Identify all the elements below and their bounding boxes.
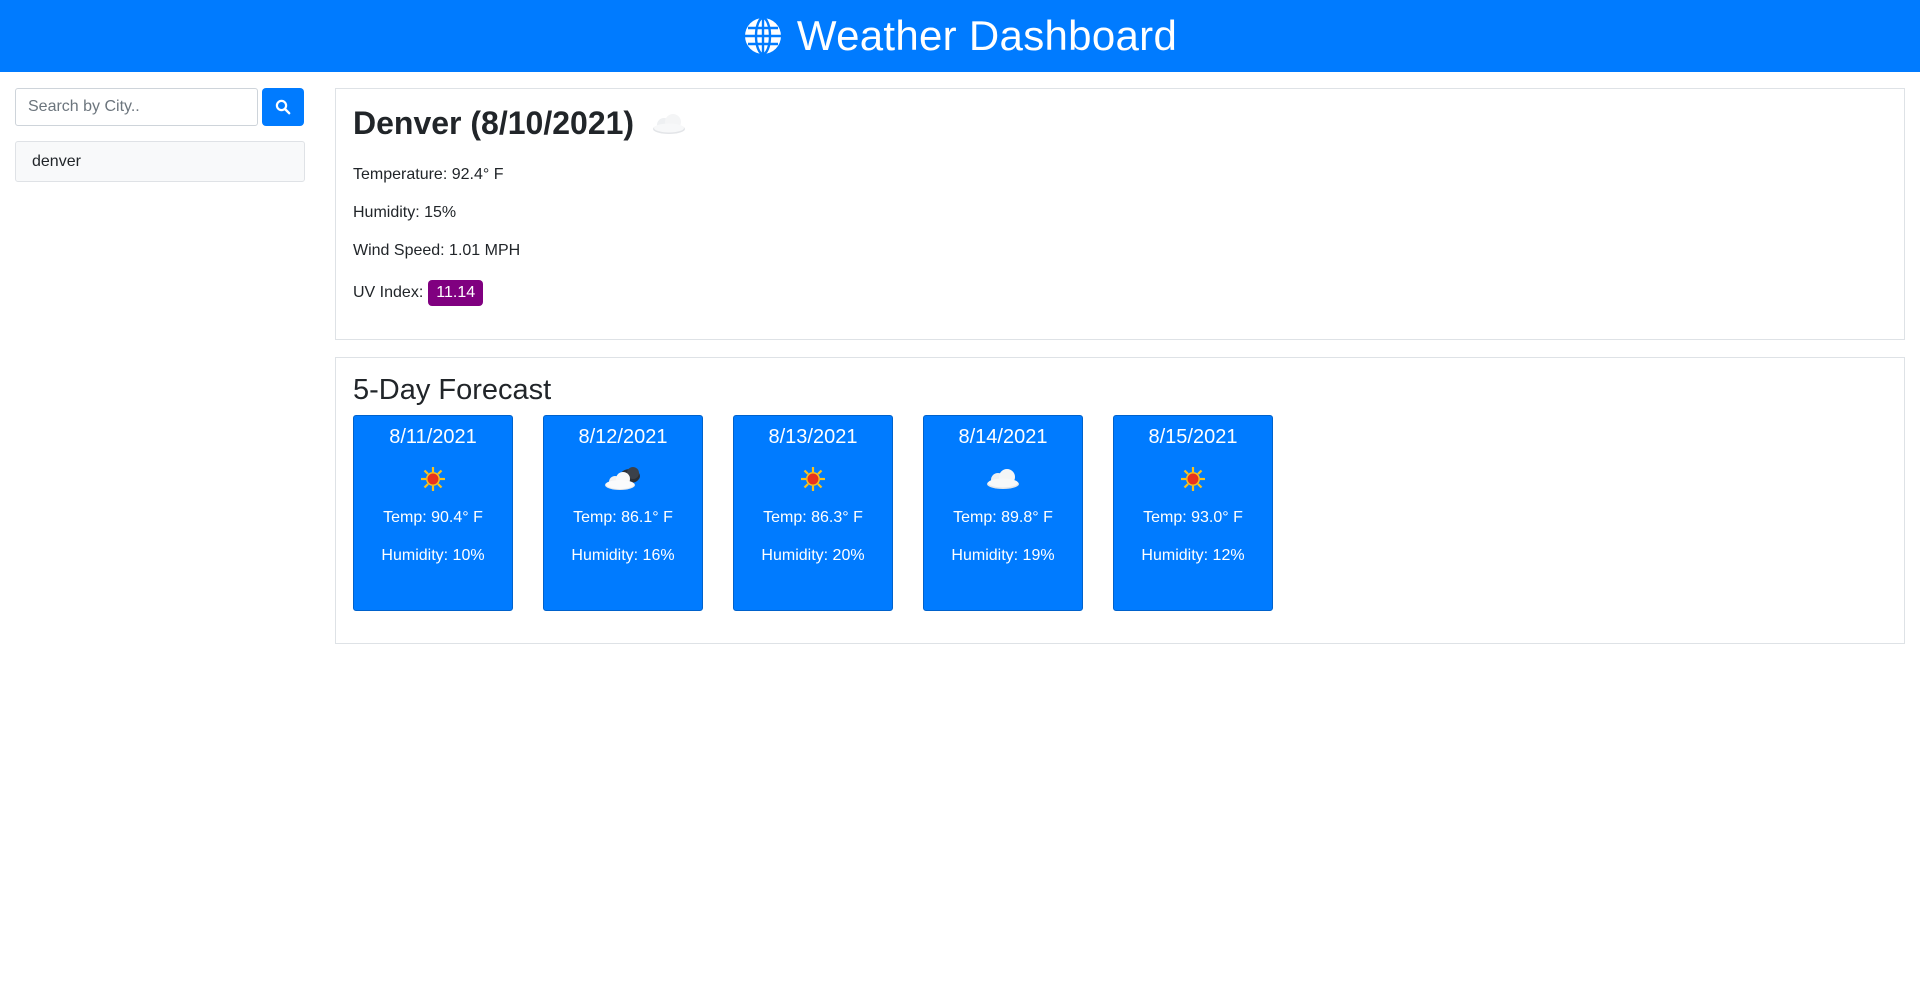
forecast-humidity: Humidity: 12% (1141, 547, 1245, 564)
forecast-temp: Temp: 93.0° F (1143, 509, 1243, 526)
partly-cloudy-icon (605, 467, 640, 490)
app-title: Weather Dashboard (796, 12, 1178, 59)
search-button[interactable] (262, 88, 304, 126)
forecast-day-card: 8/11/2021 Temp: 90.4° F Humidity: 10% (353, 415, 513, 611)
forecast-temp: Temp: 86.3° F (763, 509, 863, 526)
search-icon (275, 99, 291, 115)
forecast-humidity: Humidity: 10% (381, 547, 485, 564)
uv-index-row: UV Index: 11.14 (353, 280, 1887, 306)
forecast-date: 8/13/2021 (768, 426, 858, 448)
city-search-input[interactable] (15, 88, 258, 126)
search-history-item[interactable]: denver (15, 141, 305, 182)
cloud-icon (987, 469, 1019, 489)
uv-index-badge: 11.14 (428, 280, 484, 306)
sun-icon (1181, 467, 1205, 491)
forecast-date: 8/11/2021 (389, 426, 477, 448)
current-weather-card: Denver (8/10/2021) Temperature: 92.4° F … (335, 88, 1905, 340)
forecast-row: 8/11/2021 Temp: 90.4° F Humidity: 10% 8/… (353, 415, 1887, 611)
globe-icon (744, 16, 781, 56)
forecast-date: 8/14/2021 (958, 426, 1048, 448)
forecast-date: 8/15/2021 (1148, 426, 1238, 448)
sun-icon (421, 467, 445, 491)
forecast-day-card: 8/12/2021 Temp: 86.1° F Humidity: 16% (543, 415, 703, 611)
forecast-temp: Temp: 89.8° F (953, 509, 1053, 526)
forecast-humidity: Humidity: 16% (571, 547, 675, 564)
forecast-date: 8/12/2021 (578, 426, 668, 448)
forecast-section: 5-Day Forecast 8/11/2021 Temp: 90.4° F H… (335, 357, 1905, 644)
city-date-title: Denver (8/10/2021) (353, 105, 635, 141)
wind-speed-text: Wind Speed: 1.01 MPH (353, 242, 521, 259)
app-header: Weather Dashboard (0, 0, 1920, 72)
forecast-humidity: Humidity: 20% (761, 547, 865, 564)
forecast-day-card: 8/15/2021 Temp: 93.0° F Humidity: 12% (1113, 415, 1273, 611)
forecast-day-card: 8/13/2021 Temp: 86.3° F Humidity: 20% (733, 415, 893, 611)
humidity-text: Humidity: 15% (353, 204, 457, 221)
sun-icon (801, 467, 825, 491)
temperature-text: Temperature: 92.4° F (353, 166, 504, 183)
current-weather-heading: Denver (8/10/2021) (353, 105, 1887, 142)
cloud-icon (653, 113, 686, 134)
forecast-day-card: 8/14/2021 Temp: 89.8° F Humidity: 19% (923, 415, 1083, 611)
forecast-temp: Temp: 90.4° F (383, 509, 483, 526)
forecast-title: 5-Day Forecast (353, 374, 552, 406)
search-form (15, 88, 305, 126)
uv-index-label: UV Index: (353, 284, 424, 301)
sidebar: denver (15, 88, 305, 182)
forecast-temp: Temp: 86.1° F (573, 509, 673, 526)
forecast-humidity: Humidity: 19% (951, 547, 1055, 564)
